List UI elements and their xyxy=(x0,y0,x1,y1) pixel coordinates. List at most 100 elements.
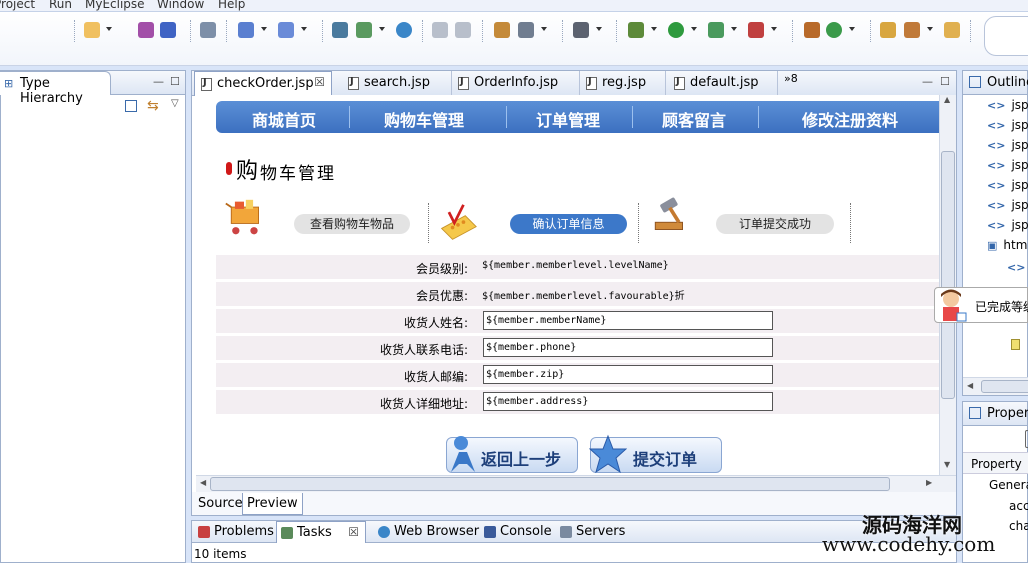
step-order-submitted[interactable]: 订单提交成功 xyxy=(716,214,834,234)
pen-icon[interactable] xyxy=(904,22,920,38)
source-tab[interactable]: Source xyxy=(198,496,243,511)
step-confirm-order[interactable]: 确认订单信息 xyxy=(510,214,627,234)
debug-icon[interactable] xyxy=(628,22,644,38)
tab-servers[interactable]: Servers xyxy=(556,521,626,543)
open-type-icon[interactable] xyxy=(332,22,348,38)
nav-cart[interactable]: 购物车管理 xyxy=(384,107,464,131)
back-icon[interactable] xyxy=(432,22,448,38)
receiver-zip-input[interactable]: ${member.zip} xyxy=(483,365,773,384)
outline-hscroll[interactable]: ◀ xyxy=(963,377,1028,395)
outline-item[interactable]: <>jsp: xyxy=(987,158,1028,172)
new-project-icon[interactable] xyxy=(138,22,154,38)
jsp-wizard-icon[interactable] xyxy=(356,22,372,38)
open-folder-icon[interactable] xyxy=(880,22,896,38)
maximize-icon[interactable]: ☐ xyxy=(170,75,180,88)
tasks-count: 10 items xyxy=(194,547,247,561)
outline-title[interactable]: Outline xyxy=(987,75,1028,90)
refresh-icon[interactable] xyxy=(826,22,842,38)
menu-run[interactable]: Run xyxy=(49,0,72,11)
run-icon[interactable] xyxy=(668,22,684,38)
section-title: 物车管理 xyxy=(260,164,336,184)
notification-popup[interactable]: 已完成等级 xyxy=(934,287,1028,323)
wand-icon[interactable] xyxy=(238,22,254,38)
scroll-thumb[interactable] xyxy=(941,151,955,399)
outline-item[interactable]: ▣ htm xyxy=(987,238,1027,252)
nav-home[interactable]: 商城首页 xyxy=(252,107,316,131)
outline-item[interactable]: <>jsp: xyxy=(987,118,1028,132)
nav-orders[interactable]: 订单管理 xyxy=(536,107,600,131)
outline-item[interactable]: <>jsp: xyxy=(987,198,1028,212)
properties-title[interactable]: Proper xyxy=(987,406,1028,421)
horizontal-scrollbar[interactable]: ◀ ▶ xyxy=(196,475,956,492)
property-group[interactable]: Genera xyxy=(989,478,1028,492)
jsp-file-icon xyxy=(586,76,597,90)
search-wand-icon[interactable] xyxy=(278,22,294,38)
type-hierarchy-tab[interactable]: ⊞ Type Hierarchy xyxy=(0,71,111,106)
minimize-icon[interactable]: — xyxy=(153,75,164,88)
tab-reg[interactable]: reg.jsp xyxy=(580,71,666,95)
preview-tab[interactable]: Preview xyxy=(242,493,303,515)
menu-myeclipse[interactable]: MyEclipse xyxy=(85,0,145,11)
table-icon[interactable] xyxy=(494,22,510,38)
member-level-label: 会员级别: xyxy=(415,262,468,276)
problems-icon xyxy=(198,526,210,538)
nav-profile[interactable]: 修改注册资料 xyxy=(802,107,898,131)
preview-canvas: 商城首页 购物车管理 订单管理 顾客留言 修改注册资料 购 物车管理 查看购物车… xyxy=(196,95,939,475)
nav-messages[interactable]: 顾客留言 xyxy=(662,107,726,131)
server-icon[interactable] xyxy=(804,22,820,38)
type-hierarchy-view: ⊞ Type Hierarchy — ☐ ⇆ ▽ xyxy=(0,70,186,563)
tab-tasks[interactable]: Tasks ☒ xyxy=(276,521,366,543)
receiver-phone-input[interactable]: ${member.phone} xyxy=(483,338,773,357)
tag-icon: <> xyxy=(1007,261,1026,274)
tab-orderinfo[interactable]: OrderInfo.jsp xyxy=(452,71,580,95)
type-hierarchy-title: Type Hierarchy xyxy=(20,76,83,106)
tab-console[interactable]: Console xyxy=(480,521,552,543)
more-tabs-button[interactable]: »8 xyxy=(784,72,798,85)
jsp-file-icon xyxy=(348,76,359,90)
camera-icon[interactable] xyxy=(573,22,589,38)
vertical-scrollbar[interactable]: ▲ ▼ xyxy=(939,95,956,475)
perspective-switcher[interactable] xyxy=(984,16,1028,56)
outline-item[interactable]: <>jsp: xyxy=(987,138,1028,152)
layout-icon[interactable] xyxy=(125,100,137,112)
property-row[interactable]: acc xyxy=(1009,499,1028,513)
outline-item[interactable]: <>jsp: xyxy=(987,218,1028,232)
globe-icon[interactable] xyxy=(396,22,412,38)
new-package-icon[interactable] xyxy=(160,22,176,38)
site-nav-bar: 商城首页 购物车管理 订单管理 顾客留言 修改注册资料 xyxy=(216,101,939,133)
deploy-icon[interactable] xyxy=(200,22,216,38)
view-menu-icon[interactable]: ▽ xyxy=(171,98,179,109)
tab-search[interactable]: search.jsp xyxy=(342,71,452,95)
receiver-name-input[interactable]: ${member.memberName} xyxy=(483,311,773,330)
property-column[interactable]: Property xyxy=(971,457,1022,471)
tab-checkorder[interactable]: checkOrder.jsp ☒ xyxy=(194,71,332,96)
tab-default[interactable]: default.jsp xyxy=(668,71,778,95)
close-tab-icon[interactable]: ☒ xyxy=(348,525,359,539)
menu-help[interactable]: Help xyxy=(218,0,245,11)
back-button[interactable]: 返回上一步 xyxy=(446,436,578,473)
menu-project[interactable]: Project xyxy=(0,0,35,11)
link-icon[interactable]: ⇆ xyxy=(147,98,159,114)
editor-minimize-icon[interactable]: — xyxy=(922,75,933,88)
tab-problems[interactable]: Problems xyxy=(194,521,274,543)
submit-order-button[interactable]: 提交订单 xyxy=(589,434,722,474)
run-config-icon[interactable] xyxy=(708,22,724,38)
tab-web-browser[interactable]: Web Browser xyxy=(374,521,479,543)
close-tab-icon[interactable]: ☒ xyxy=(314,75,325,89)
folder-arrow-icon[interactable] xyxy=(944,22,960,38)
outline-item[interactable]: <>jsp: xyxy=(987,178,1028,192)
external-tools-icon[interactable] xyxy=(748,22,764,38)
web-icon[interactable] xyxy=(518,22,534,38)
new-wizard-icon[interactable] xyxy=(84,22,100,38)
form-row: 会员级别: ${member.memberlevel.levelName} xyxy=(216,255,939,279)
file-icon xyxy=(1011,339,1020,350)
receiver-address-input[interactable]: ${member.address} xyxy=(483,392,773,411)
main-toolbar xyxy=(0,12,1028,66)
property-row[interactable]: cha xyxy=(1009,519,1028,533)
editor-maximize-icon[interactable]: ☐ xyxy=(940,75,950,88)
step-view-cart[interactable]: 查看购物车物品 xyxy=(294,214,410,234)
scroll-thumb[interactable] xyxy=(210,477,890,491)
forward-icon[interactable] xyxy=(455,22,471,38)
outline-item[interactable]: <>jsp: xyxy=(987,98,1028,112)
menu-window[interactable]: Window xyxy=(157,0,204,11)
